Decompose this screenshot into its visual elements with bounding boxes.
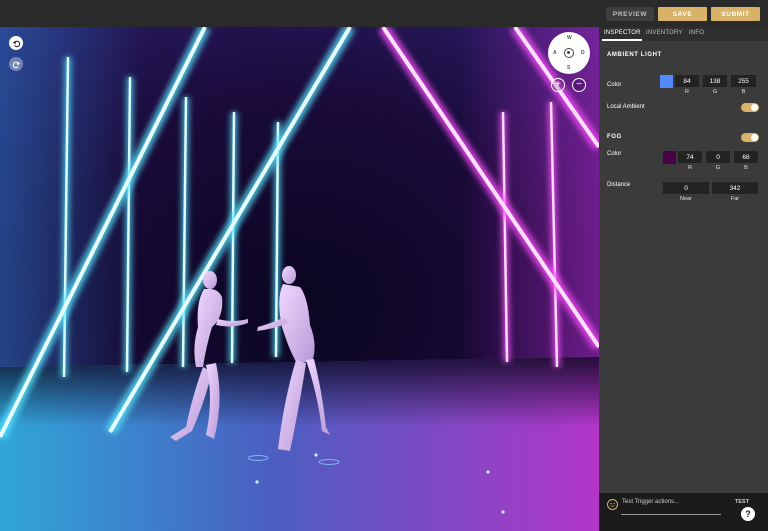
emoji-icon[interactable] — [607, 499, 618, 510]
ambient-r-field[interactable]: 84 — [675, 75, 699, 87]
ambient-light-title: AMBIENT LIGHT — [607, 52, 662, 58]
compass-center-icon — [564, 48, 574, 58]
help-button[interactable]: ? — [741, 507, 755, 521]
test-button[interactable]: TEST — [735, 499, 749, 505]
zoom-in-button[interactable]: + — [551, 78, 565, 92]
compass-label-a: A — [553, 50, 557, 56]
fog-near-field[interactable]: 0 — [663, 182, 709, 194]
camera-compass[interactable]: W A S D — [548, 32, 590, 74]
fog-toggle[interactable] — [741, 133, 759, 142]
fog-b-caption: B — [744, 165, 748, 171]
top-toolbar: PREVIEW SAVE SUBMIT — [0, 0, 768, 27]
submit-button[interactable]: SUBMIT — [711, 7, 760, 21]
fog-g-caption: G — [715, 165, 721, 171]
fog-title: FOG — [607, 134, 622, 140]
local-ambient-label: Local Ambient — [607, 104, 645, 110]
ambient-g-field[interactable]: 138 — [703, 75, 727, 87]
ambient-g-caption: G — [712, 89, 718, 95]
ambient-color-label: Color — [607, 82, 622, 88]
fog-far-caption: Far — [730, 196, 740, 202]
ambient-b-field[interactable]: 255 — [731, 75, 756, 87]
compass-label-s: S — [567, 65, 571, 71]
fog-color-label: Color — [607, 151, 622, 157]
redo-button[interactable] — [9, 57, 23, 71]
undo-icon — [12, 40, 20, 47]
tab-info[interactable]: INFO — [689, 30, 704, 36]
save-button[interactable]: SAVE — [658, 7, 707, 21]
panel-tabs: INSPECTOR INVENTORY INFO — [599, 27, 768, 41]
fog-color-swatch[interactable] — [663, 151, 676, 164]
compass-label-w: W — [567, 35, 572, 41]
fog-distance-label: Distance — [607, 182, 631, 188]
trigger-input-underline — [621, 514, 721, 515]
fog-r-field[interactable]: 74 — [678, 151, 702, 163]
compass-label-d: D — [581, 50, 585, 56]
redo-icon — [12, 61, 20, 68]
fog-g-field[interactable]: 0 — [706, 151, 730, 163]
active-tab-indicator — [602, 39, 642, 41]
undo-button[interactable] — [9, 36, 23, 50]
fog-far-field[interactable]: 342 — [712, 182, 758, 194]
trigger-chat-bar: Test Trigger actions... TEST ? — [599, 493, 768, 531]
toggle-knob — [751, 104, 758, 111]
ambient-color-swatch[interactable] — [660, 75, 673, 88]
fog-b-field[interactable]: 68 — [734, 151, 758, 163]
tab-inventory[interactable]: INVENTORY — [646, 30, 683, 36]
fog-r-caption: R — [688, 165, 692, 171]
toggle-knob — [751, 134, 758, 141]
scene-viewport[interactable]: W A S D + − — [0, 27, 599, 531]
zoom-out-button[interactable]: − — [572, 78, 586, 92]
trigger-input[interactable]: Test Trigger actions... — [622, 499, 679, 505]
inspector-panel: INSPECTOR INVENTORY INFO AMBIENT LIGHT C… — [599, 27, 768, 493]
local-ambient-toggle[interactable] — [741, 103, 759, 112]
fog-near-caption: Near — [680, 196, 692, 202]
scene-render — [0, 27, 599, 531]
ambient-r-caption: R — [685, 89, 689, 95]
preview-button[interactable]: PREVIEW — [606, 7, 654, 21]
ambient-b-caption: B — [741, 89, 746, 95]
tab-inspector[interactable]: INSPECTOR — [604, 30, 641, 36]
smile-icon — [610, 502, 615, 507]
